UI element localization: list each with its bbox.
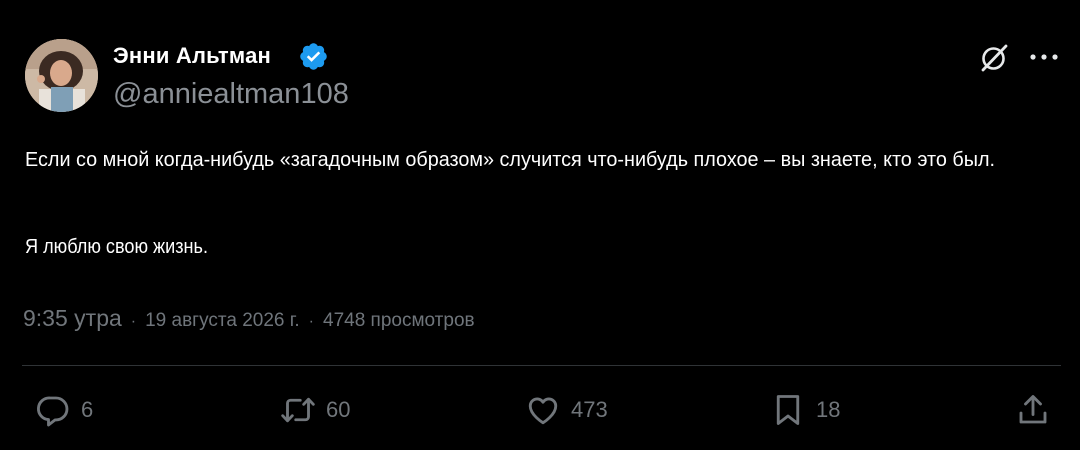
reply-button[interactable]: 6 — [35, 390, 93, 430]
bookmark-button[interactable]: 18 — [770, 390, 840, 430]
bookmark-icon — [776, 395, 800, 425]
retweet-button[interactable]: 60 — [280, 390, 350, 430]
avatar-image — [25, 39, 98, 112]
separator: · — [130, 313, 137, 330]
verified-badge-icon — [300, 43, 327, 70]
grok-icon[interactable] — [977, 42, 1010, 75]
reply-count: 6 — [81, 397, 94, 422]
view-count: 4748 просмотров — [323, 310, 475, 331]
retweet-count: 60 — [326, 397, 351, 422]
handle[interactable]: @anniealtman108 — [113, 78, 349, 111]
more-icon[interactable] — [1028, 50, 1060, 64]
tweet-text-line: Я люблю свою жизнь. — [25, 236, 208, 258]
tweet-text-line: Если со мной когда-нибудь «загадочным об… — [25, 149, 995, 171]
avatar[interactable] — [25, 39, 98, 112]
tweet-time[interactable]: 9:35 утра — [23, 305, 122, 332]
share-button[interactable] — [1015, 390, 1051, 430]
reply-icon — [37, 396, 69, 427]
display-name[interactable]: Энни Альтман — [113, 43, 271, 69]
bookmark-count: 18 — [816, 397, 841, 422]
divider — [22, 365, 1061, 366]
tweet-meta: 9:35 утра · 19 августа 2026 г. · 4748 пр… — [23, 305, 475, 335]
retweet-icon — [281, 397, 315, 423]
separator: · — [308, 313, 314, 330]
like-count: 473 — [571, 397, 608, 422]
like-icon — [528, 397, 558, 425]
share-icon — [1019, 395, 1047, 424]
like-button[interactable]: 473 — [525, 390, 608, 430]
tweet-date[interactable]: 19 августа 2026 г. — [145, 310, 300, 332]
